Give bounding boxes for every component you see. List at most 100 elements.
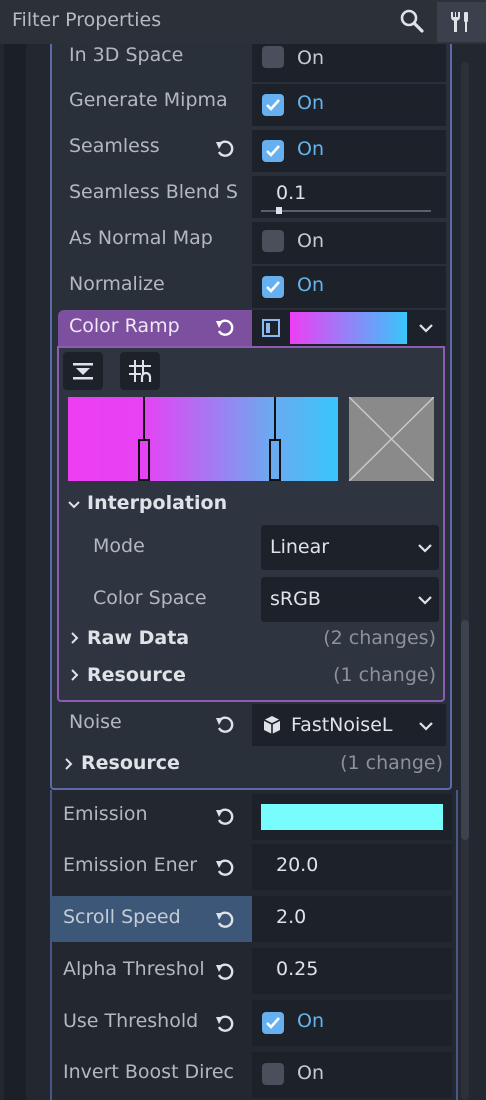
gradient-point-handle[interactable] (269, 439, 281, 481)
toggle-text: On (297, 230, 324, 252)
snap-grid-button[interactable] (120, 352, 160, 390)
toggle-text: On (297, 1010, 324, 1032)
field-value: 20.0 (276, 854, 319, 876)
in-3d-space-toggle[interactable]: On (252, 44, 446, 82)
prop-label-alpha-threshold: Alpha Threshol (63, 958, 205, 980)
toggle-text: On (297, 138, 324, 160)
toggle-text: On (297, 1062, 324, 1084)
interpolation-mode-dropdown[interactable]: Linear (261, 525, 439, 570)
as-normal-map-toggle[interactable]: On (252, 222, 446, 264)
chevron-right-icon[interactable] (69, 631, 81, 645)
normalize-toggle[interactable]: On (252, 266, 446, 308)
scrollbar-thumb[interactable] (461, 620, 469, 840)
reverse-gradient-button[interactable] (63, 352, 103, 390)
raw-data-section-title[interactable]: Raw Data (87, 627, 189, 649)
dropdown-value: sRGB (270, 588, 321, 610)
checkbox-unchecked[interactable] (262, 230, 284, 252)
checkbox-checked[interactable] (262, 140, 284, 162)
prop-label-emission-energy: Emission Ener (63, 854, 198, 876)
prop-label-as-normal-map: As Normal Map (69, 227, 213, 249)
gradient-point-color-preview[interactable] (348, 396, 435, 482)
raw-data-changes: (2 changes) (323, 627, 436, 649)
checkbox-checked[interactable] (262, 276, 284, 298)
chevron-down-icon[interactable] (418, 322, 434, 334)
field-value: 2.0 (276, 906, 307, 928)
alpha-threshold-field[interactable]: 0.25 (252, 948, 452, 994)
chevron-down-icon (418, 596, 432, 605)
prop-label-color-ramp: Color Ramp (69, 315, 180, 337)
noise-resource-section-title[interactable]: Resource (81, 752, 180, 774)
noise-resource-changes: (1 change) (340, 752, 443, 774)
chevron-down-icon[interactable] (67, 499, 81, 511)
emission-energy-field[interactable]: 20.0 (252, 844, 452, 890)
indent-gutter (4, 44, 26, 1100)
prop-label-seamless-blend-skirt: Seamless Blend S (69, 181, 238, 203)
revert-icon[interactable] (214, 317, 236, 339)
prop-label-in-3d-space: In 3D Space (69, 44, 184, 66)
prop-label-mode: Mode (93, 535, 145, 557)
revert-icon[interactable] (214, 961, 236, 983)
seamless-toggle[interactable]: On (252, 130, 446, 172)
gradient-preview (290, 312, 407, 344)
gradient-point-handle[interactable] (138, 439, 150, 481)
gradient-texture-icon (262, 319, 280, 337)
scroll-speed-field[interactable]: 2.0 (252, 896, 452, 942)
filter-placeholder: Filter Properties (12, 9, 162, 31)
prop-label-seamless: Seamless (69, 135, 160, 157)
slider-value: 0.1 (276, 182, 307, 204)
noise-resource-icon (263, 716, 281, 734)
revert-icon[interactable] (214, 857, 236, 879)
dropdown-value: Linear (270, 536, 330, 558)
slider-grabber[interactable] (276, 207, 282, 214)
prop-label-invert-boost-direction: Invert Boost Direc (63, 1061, 234, 1083)
prop-label-noise: Noise (69, 711, 122, 733)
emission-color-swatch[interactable] (261, 804, 443, 830)
reverse-icon (73, 363, 93, 380)
tools-button[interactable] (437, 2, 486, 42)
prop-label-scroll-speed: Scroll Speed (63, 906, 181, 928)
chevron-right-icon[interactable] (63, 757, 75, 771)
field-value: 0.25 (276, 958, 319, 980)
revert-icon[interactable] (214, 909, 236, 931)
filter-properties-input[interactable]: Filter Properties (0, 0, 436, 44)
checkbox-unchecked[interactable] (262, 1063, 284, 1085)
gradient-edit-bar[interactable] (68, 397, 338, 481)
toggle-text: On (297, 47, 324, 69)
no-color-icon (348, 396, 435, 482)
chevron-down-icon (418, 544, 432, 553)
gradient-point-line (274, 397, 276, 439)
prop-label-normalize: Normalize (69, 273, 165, 295)
interpolation-section-title[interactable]: Interpolation (87, 492, 227, 514)
revert-icon[interactable] (214, 138, 236, 160)
revert-icon[interactable] (214, 1013, 236, 1035)
checkbox-checked[interactable] (262, 1012, 284, 1034)
checkbox-checked[interactable] (262, 94, 284, 116)
use-threshold-toggle[interactable]: On (252, 1000, 452, 1046)
noise-resource-picker[interactable]: FastNoiseL (252, 704, 446, 746)
ramp-resource-changes: (1 change) (333, 664, 436, 686)
toggle-text: On (297, 92, 324, 114)
generate-mipmaps-toggle[interactable]: On (252, 84, 446, 126)
gradient-point-line (143, 397, 145, 439)
tools-icon (451, 12, 468, 32)
revert-icon[interactable] (214, 714, 236, 736)
color-ramp-property[interactable]: Color Ramp (58, 310, 252, 346)
revert-icon[interactable] (214, 806, 236, 828)
ramp-resource-section-title[interactable]: Resource (87, 664, 186, 686)
prop-label-emission: Emission (63, 803, 148, 825)
chevron-right-icon[interactable] (69, 668, 81, 682)
seamless-blend-skirt-slider[interactable]: 0.1 (252, 176, 446, 218)
search-icon[interactable] (398, 7, 426, 35)
color-ramp-resource-picker[interactable] (252, 310, 446, 346)
checkbox-unchecked[interactable] (262, 46, 284, 68)
invert-boost-direction-toggle[interactable]: On (252, 1052, 452, 1098)
chevron-down-icon[interactable] (418, 720, 434, 732)
prop-label-generate-mipmaps: Generate Mipma (69, 89, 228, 111)
prop-label-color-space: Color Space (93, 587, 207, 609)
noise-resource-name: FastNoiseL (291, 714, 393, 736)
snap-grid-icon (129, 360, 152, 382)
slider-track (261, 210, 431, 212)
color-space-dropdown[interactable]: sRGB (261, 577, 439, 622)
scrollbar-track[interactable] (461, 62, 469, 1100)
toggle-text: On (297, 274, 324, 296)
